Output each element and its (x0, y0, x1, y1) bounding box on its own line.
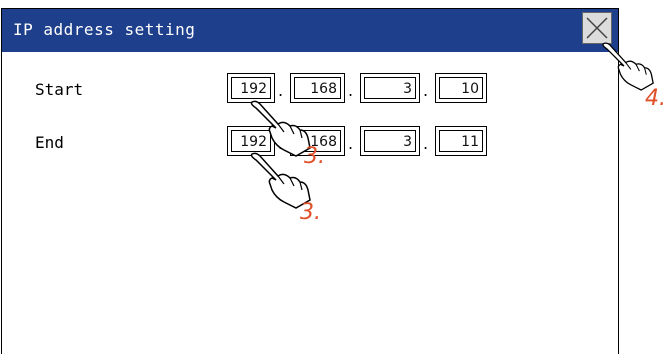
step-label: 3. (304, 144, 325, 169)
octet-separator: . (348, 134, 354, 153)
octet-separator: . (423, 134, 429, 153)
step-label: 4. (645, 86, 666, 111)
octet-separator: . (423, 81, 429, 100)
end-octet-4-input[interactable]: 11 (435, 126, 487, 156)
start-octet-4-input[interactable]: 10 (435, 73, 487, 103)
octet-separator: . (348, 81, 354, 100)
close-x-icon (586, 17, 608, 39)
end-label: End (35, 133, 64, 152)
dialog-title: IP address setting (13, 20, 196, 39)
start-label: Start (35, 80, 84, 99)
end-octet-3-input[interactable]: 3 (360, 126, 420, 156)
start-octet-3-input[interactable]: 3 (360, 73, 420, 103)
step-label: 3. (300, 200, 321, 225)
dialog-titlebar: IP address setting (2, 9, 618, 52)
